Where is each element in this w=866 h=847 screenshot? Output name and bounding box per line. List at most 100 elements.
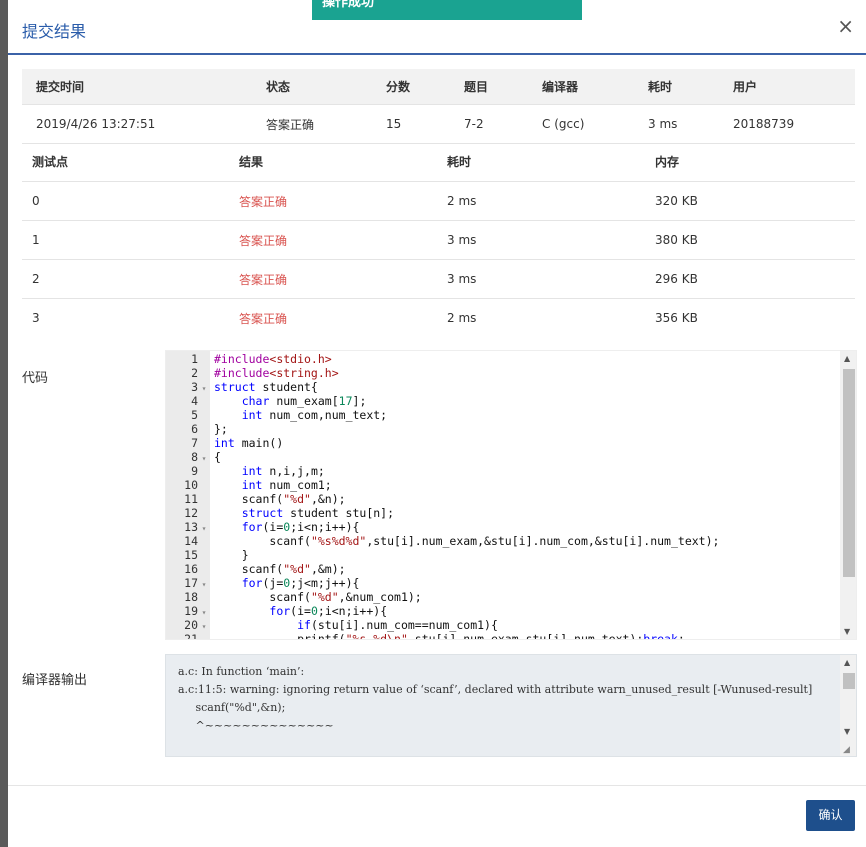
- testcase-time: 2 ms: [447, 311, 477, 325]
- testcase-memory: 380 KB: [655, 220, 855, 260]
- code-text: struct student{: [214, 380, 318, 394]
- col-header-memory: 内存: [655, 142, 855, 182]
- line-number: 6: [191, 422, 198, 436]
- code-text: if(stu[i].num_com==num_com1){: [297, 618, 498, 632]
- code-line: 16 scanf("%d",&m);: [166, 562, 719, 576]
- testcase-id: 2: [22, 259, 239, 299]
- code-scrollbar[interactable]: ▲ ▼: [840, 351, 856, 639]
- compiler-scrollbar[interactable]: ▲ ▼ ◢: [840, 655, 856, 756]
- code-text: for(j=0;j<m;j++){: [241, 576, 360, 590]
- code-line: 6};: [166, 422, 719, 436]
- line-number: 2: [191, 366, 198, 380]
- line-number: 21: [184, 632, 198, 640]
- col-header-score: 分数: [386, 69, 464, 105]
- line-number: 12: [184, 506, 198, 520]
- code-line: 5 int num_com,num_text;: [166, 408, 719, 422]
- line-number: 10: [184, 478, 198, 492]
- testcase-result: 答案正确: [239, 220, 447, 260]
- testcase-time: 3 ms: [447, 220, 655, 260]
- line-number: 7: [191, 436, 198, 450]
- code-text: char num_exam[17];: [241, 394, 367, 408]
- code-line: 14 scanf("%s%d%d",stu[i].num_exam,&stu[i…: [166, 534, 719, 548]
- col-header-time: 耗时: [447, 142, 655, 182]
- code-line: 8 ▾{: [166, 450, 719, 464]
- submission-result-modal: 提交结果 × 提交时间 状态 分数 题目 编译器 耗时 用户 2019/4/26…: [8, 0, 866, 847]
- code-text: struct student stu[n];: [241, 506, 395, 520]
- code-line: 7 int main(): [166, 436, 719, 450]
- problem-link[interactable]: 7-2: [464, 104, 542, 144]
- code-text: #include<string.h>: [214, 366, 339, 380]
- score-value: 15: [386, 104, 464, 144]
- tests-header-row: 测试点 结果 耗时 内存: [22, 142, 855, 182]
- scroll-up-icon[interactable]: ▲: [844, 354, 850, 363]
- code-line: 10 int num_com1;: [166, 478, 719, 492]
- table-row: 0 答案正确 2 ms 320 KB: [22, 181, 855, 221]
- code-text: scanf("%s%d%d",stu[i].num_exam,&stu[i].n…: [214, 534, 720, 548]
- scroll-down-icon[interactable]: ▼: [844, 727, 850, 736]
- code-label: 代码: [22, 371, 49, 386]
- testcase-id: 3: [32, 311, 40, 325]
- code-text: {: [214, 450, 221, 464]
- success-toast: 操作成功: [312, 0, 582, 20]
- code-text: int n,i,j,m;: [241, 464, 325, 478]
- confirm-button[interactable]: 确认: [806, 800, 855, 831]
- summary-header-row: 提交时间 状态 分数 题目 编译器 耗时 用户: [22, 69, 855, 105]
- testcase-id: 0: [22, 181, 239, 221]
- code-line: 11 scanf("%d",&n);: [166, 492, 719, 506]
- line-number: 19: [184, 604, 198, 618]
- code-editor[interactable]: 1 #include<stdio.h> 2 #include<string.h> 3 ▾ s…: [165, 350, 857, 640]
- testcase-id: 1: [22, 220, 239, 260]
- line-number: 3: [191, 380, 198, 394]
- code-text: }: [214, 548, 249, 562]
- line-number: 17: [184, 576, 198, 590]
- testcase-time: 3 ms: [447, 259, 655, 299]
- close-icon[interactable]: ×: [837, 14, 854, 38]
- scroll-up-icon[interactable]: ▲: [844, 658, 850, 667]
- code-text: scanf("%d",&m);: [214, 562, 346, 576]
- submission-summary-table: 提交时间 状态 分数 题目 编译器 耗时 用户 2019/4/26 13:27:…: [22, 69, 855, 144]
- code-line: 9 int n,i,j,m;: [166, 464, 719, 478]
- line-number: 8: [191, 450, 198, 464]
- col-header-testcase: 测试点: [22, 142, 239, 182]
- line-number: 15: [184, 548, 198, 562]
- code-text: for(i=0;i<n;i++){: [269, 604, 388, 618]
- table-row: 1 答案正确 3 ms 380 KB: [22, 220, 855, 260]
- code-line: 12 struct student stu[n];: [166, 506, 719, 520]
- code-line: 4 char num_exam[17];: [166, 394, 719, 408]
- scrollbar-thumb[interactable]: [843, 673, 855, 689]
- code-text: scanf("%d",&num_com1);: [214, 590, 422, 604]
- line-number: 16: [184, 562, 198, 576]
- code-line: 18 scanf("%d",&num_com1);: [166, 590, 719, 604]
- code-line: 20 ▾ if(stu[i].num_com==num_com1){: [166, 618, 719, 632]
- submit-time: 2019/4/26 13:27:51: [22, 104, 266, 144]
- testcase-result: 答案正确: [239, 259, 447, 299]
- compiler-output[interactable]: a.c: In function ‘main’: a.c:11:5: warnin…: [165, 654, 857, 757]
- code-line: 19 ▾ for(i=0;i<n;i++){: [166, 604, 719, 618]
- line-number: 9: [191, 464, 198, 478]
- code-text: printf("%s %d\n",stu[i].num_exam,stu[i].…: [214, 632, 685, 640]
- code-text: int num_com1;: [241, 478, 332, 492]
- test-cases-table: 测试点 结果 耗时 内存 0 答案正确 2 ms 320 KB 1 答案正确 3…: [22, 142, 855, 337]
- compiler-output-line: a.c:11:5: warning: ignoring return value…: [178, 683, 813, 696]
- code-line: 13 ▾ for(i=0;i<n;i++){: [166, 520, 719, 534]
- code-text: scanf("%d",&n);: [214, 492, 346, 506]
- resize-handle-icon[interactable]: ◢: [843, 745, 850, 755]
- footer-divider: [8, 785, 866, 786]
- table-row: 3 答案正确 2 ms 356 KB: [22, 299, 855, 338]
- testcase-memory: 356 KB: [655, 311, 698, 325]
- modal-title: 提交结果: [22, 22, 87, 41]
- code-text: #include<stdio.h>: [214, 352, 332, 366]
- col-header-time: 提交时间: [22, 69, 266, 105]
- line-number: 13: [184, 520, 198, 534]
- compiler-value: C (gcc): [542, 104, 648, 144]
- scrollbar-thumb[interactable]: [843, 369, 855, 577]
- compiler-output-line: a.c: In function ‘main’:: [178, 665, 305, 678]
- line-number: 5: [191, 408, 198, 422]
- testcase-time: 2 ms: [447, 181, 655, 221]
- scroll-down-icon[interactable]: ▼: [844, 627, 850, 636]
- code-text: int num_com,num_text;: [241, 408, 388, 422]
- col-header-problem: 题目: [464, 69, 542, 105]
- code-line: 2 #include<string.h>: [166, 366, 719, 380]
- table-row: 2 答案正确 3 ms 296 KB: [22, 259, 855, 299]
- col-header-user: 用户: [733, 69, 855, 105]
